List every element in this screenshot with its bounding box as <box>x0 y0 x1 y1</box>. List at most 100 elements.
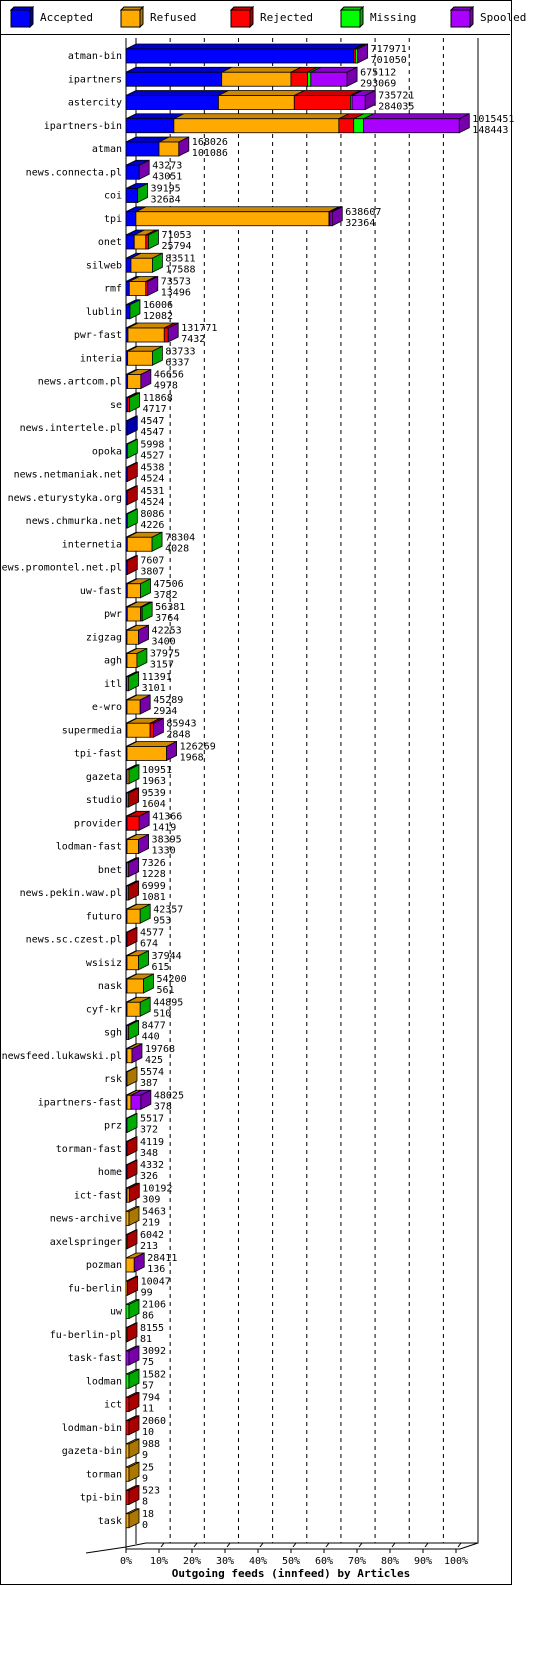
category-label: studio <box>86 795 122 806</box>
bar-segment-top-spooled <box>363 113 470 120</box>
accepted-label: 17588 <box>165 264 195 275</box>
bar-segment-refused <box>126 1094 132 1110</box>
total-label: 4547 <box>140 416 164 427</box>
bar-row: news.netmaniak.net 45384524 <box>14 461 164 485</box>
accepted-label: 674 <box>140 939 158 950</box>
category-label: ict <box>104 1400 122 1411</box>
category-label: ipartners-fast <box>38 1097 122 1108</box>
category-label: se <box>110 400 122 411</box>
bar-segment-accepted <box>125 234 135 250</box>
x-tick-diag <box>193 1542 198 1548</box>
bar-row: news.pekin.waw.pl 69991081 <box>20 880 166 903</box>
category-label: news.chmurka.net <box>26 516 122 527</box>
accepted-label: 4717 <box>143 404 167 415</box>
category-label: internetia <box>62 539 122 550</box>
accepted-label: 3782 <box>154 590 178 601</box>
total-label: 25 <box>142 1462 154 1473</box>
total-label: 638607 <box>345 207 381 218</box>
accepted-label: 43051 <box>152 171 182 182</box>
accepted-label: 425 <box>145 1055 163 1066</box>
category-label: silweb <box>86 260 122 271</box>
category-label: news.connecta.pl <box>26 167 122 178</box>
bar-row: futuro 42357953 <box>86 903 183 926</box>
bar-row: coi 3919532634 <box>104 182 181 206</box>
accepted-label: 348 <box>140 1148 158 1159</box>
category-label: pwr <box>104 609 122 620</box>
bar-row: uw-fast 475063782 <box>80 578 184 601</box>
total-label: 16006 <box>143 300 173 311</box>
category-label: gazeta-bin <box>62 1446 122 1457</box>
total-label: 85943 <box>166 718 196 729</box>
category-label: lodman <box>86 1376 122 1387</box>
bar-row: gazeta 109511963 <box>86 764 172 787</box>
total-label: 675112 <box>360 67 396 78</box>
accepted-label: 219 <box>142 1218 160 1229</box>
x-tick-diag <box>391 1542 396 1548</box>
category-label: provider <box>74 818 122 829</box>
total-label: 18 <box>142 1509 154 1520</box>
total-label: 73573 <box>161 277 191 288</box>
total-label: 2060 <box>142 1416 166 1427</box>
bar-segment-refused <box>126 699 141 715</box>
category-label: coi <box>104 191 122 202</box>
total-label: 83733 <box>165 346 195 357</box>
bar-segment-spooled <box>310 71 348 87</box>
accepted-label: 81 <box>140 1334 152 1345</box>
accepted-label: 1963 <box>142 776 166 787</box>
bar-segment-refused <box>126 629 139 645</box>
bar-segment-refused <box>126 908 141 924</box>
accepted-label: 284035 <box>378 102 414 113</box>
category-label: zigzag <box>86 632 122 643</box>
bar-segment-accepted <box>125 304 131 320</box>
total-label: 717971 <box>371 44 407 55</box>
category-label: atman-bin <box>68 51 122 62</box>
category-label: ict-fast <box>74 1190 122 1201</box>
bar-segment-top-refused <box>218 90 305 96</box>
accepted-label: 32364 <box>345 218 375 229</box>
category-label: astercity <box>68 98 122 109</box>
bar-segment-refused <box>126 536 153 552</box>
total-label: 523 <box>142 1486 160 1497</box>
x-tick-label: 90% <box>414 1556 432 1567</box>
bar-segment-accepted <box>125 257 132 273</box>
bar-row: news.chmurka.net 80864226 <box>26 508 164 531</box>
category-label: lodman-fast <box>56 842 122 853</box>
category-label: agh <box>104 656 122 667</box>
accepted-label: 57 <box>142 1380 154 1391</box>
category-label: atman <box>92 144 122 155</box>
total-label: 10192 <box>142 1183 172 1194</box>
category-label: opoka <box>92 446 122 457</box>
bar-row: ict-fast 10192309 <box>74 1182 172 1205</box>
accepted-label: 4978 <box>154 381 178 392</box>
accepted-label: 3400 <box>152 636 176 647</box>
bar-row: zigzag 422533400 <box>86 624 182 647</box>
total-label: 11391 <box>142 672 172 683</box>
total-label: 5574 <box>140 1067 164 1078</box>
bar-segment-top-accepted <box>125 66 232 73</box>
bar-row: task-fast 309275 <box>68 1345 166 1368</box>
accepted-label: 7432 <box>181 334 205 345</box>
category-label: e-wro <box>92 702 122 713</box>
accepted-label: 8 <box>142 1497 148 1508</box>
bar-row: torman-fast 4119348 <box>56 1136 164 1159</box>
bar-segment-refused <box>126 583 141 599</box>
total-label: 735721 <box>378 91 414 102</box>
category-label: newsfeed.lukawski.pl <box>2 1051 122 1062</box>
bar-row: news.connecta.pl 4327343051 <box>26 159 182 182</box>
category-label: cyf-kr <box>86 1004 122 1015</box>
total-label: 56381 <box>155 602 185 613</box>
category-label: itl <box>104 679 122 690</box>
category-label: wsisiz <box>86 958 122 969</box>
total-label: 126269 <box>180 742 216 753</box>
accepted-label: 136 <box>147 1264 165 1275</box>
bar-row: axelspringer 6042213 <box>50 1229 164 1252</box>
total-label: 6042 <box>140 1230 164 1241</box>
floor-back <box>85 1539 479 1554</box>
category-label: bnet <box>98 865 122 876</box>
accepted-label: 3101 <box>142 683 166 694</box>
category-label: fu-berlin-pl <box>50 1330 122 1341</box>
bar-segment-spooled <box>363 118 460 134</box>
bar-row: news.intertele.pl 45474547 <box>20 415 164 438</box>
bar-row: prz 5517372 <box>104 1112 164 1136</box>
x-tick-diag <box>160 1542 165 1548</box>
